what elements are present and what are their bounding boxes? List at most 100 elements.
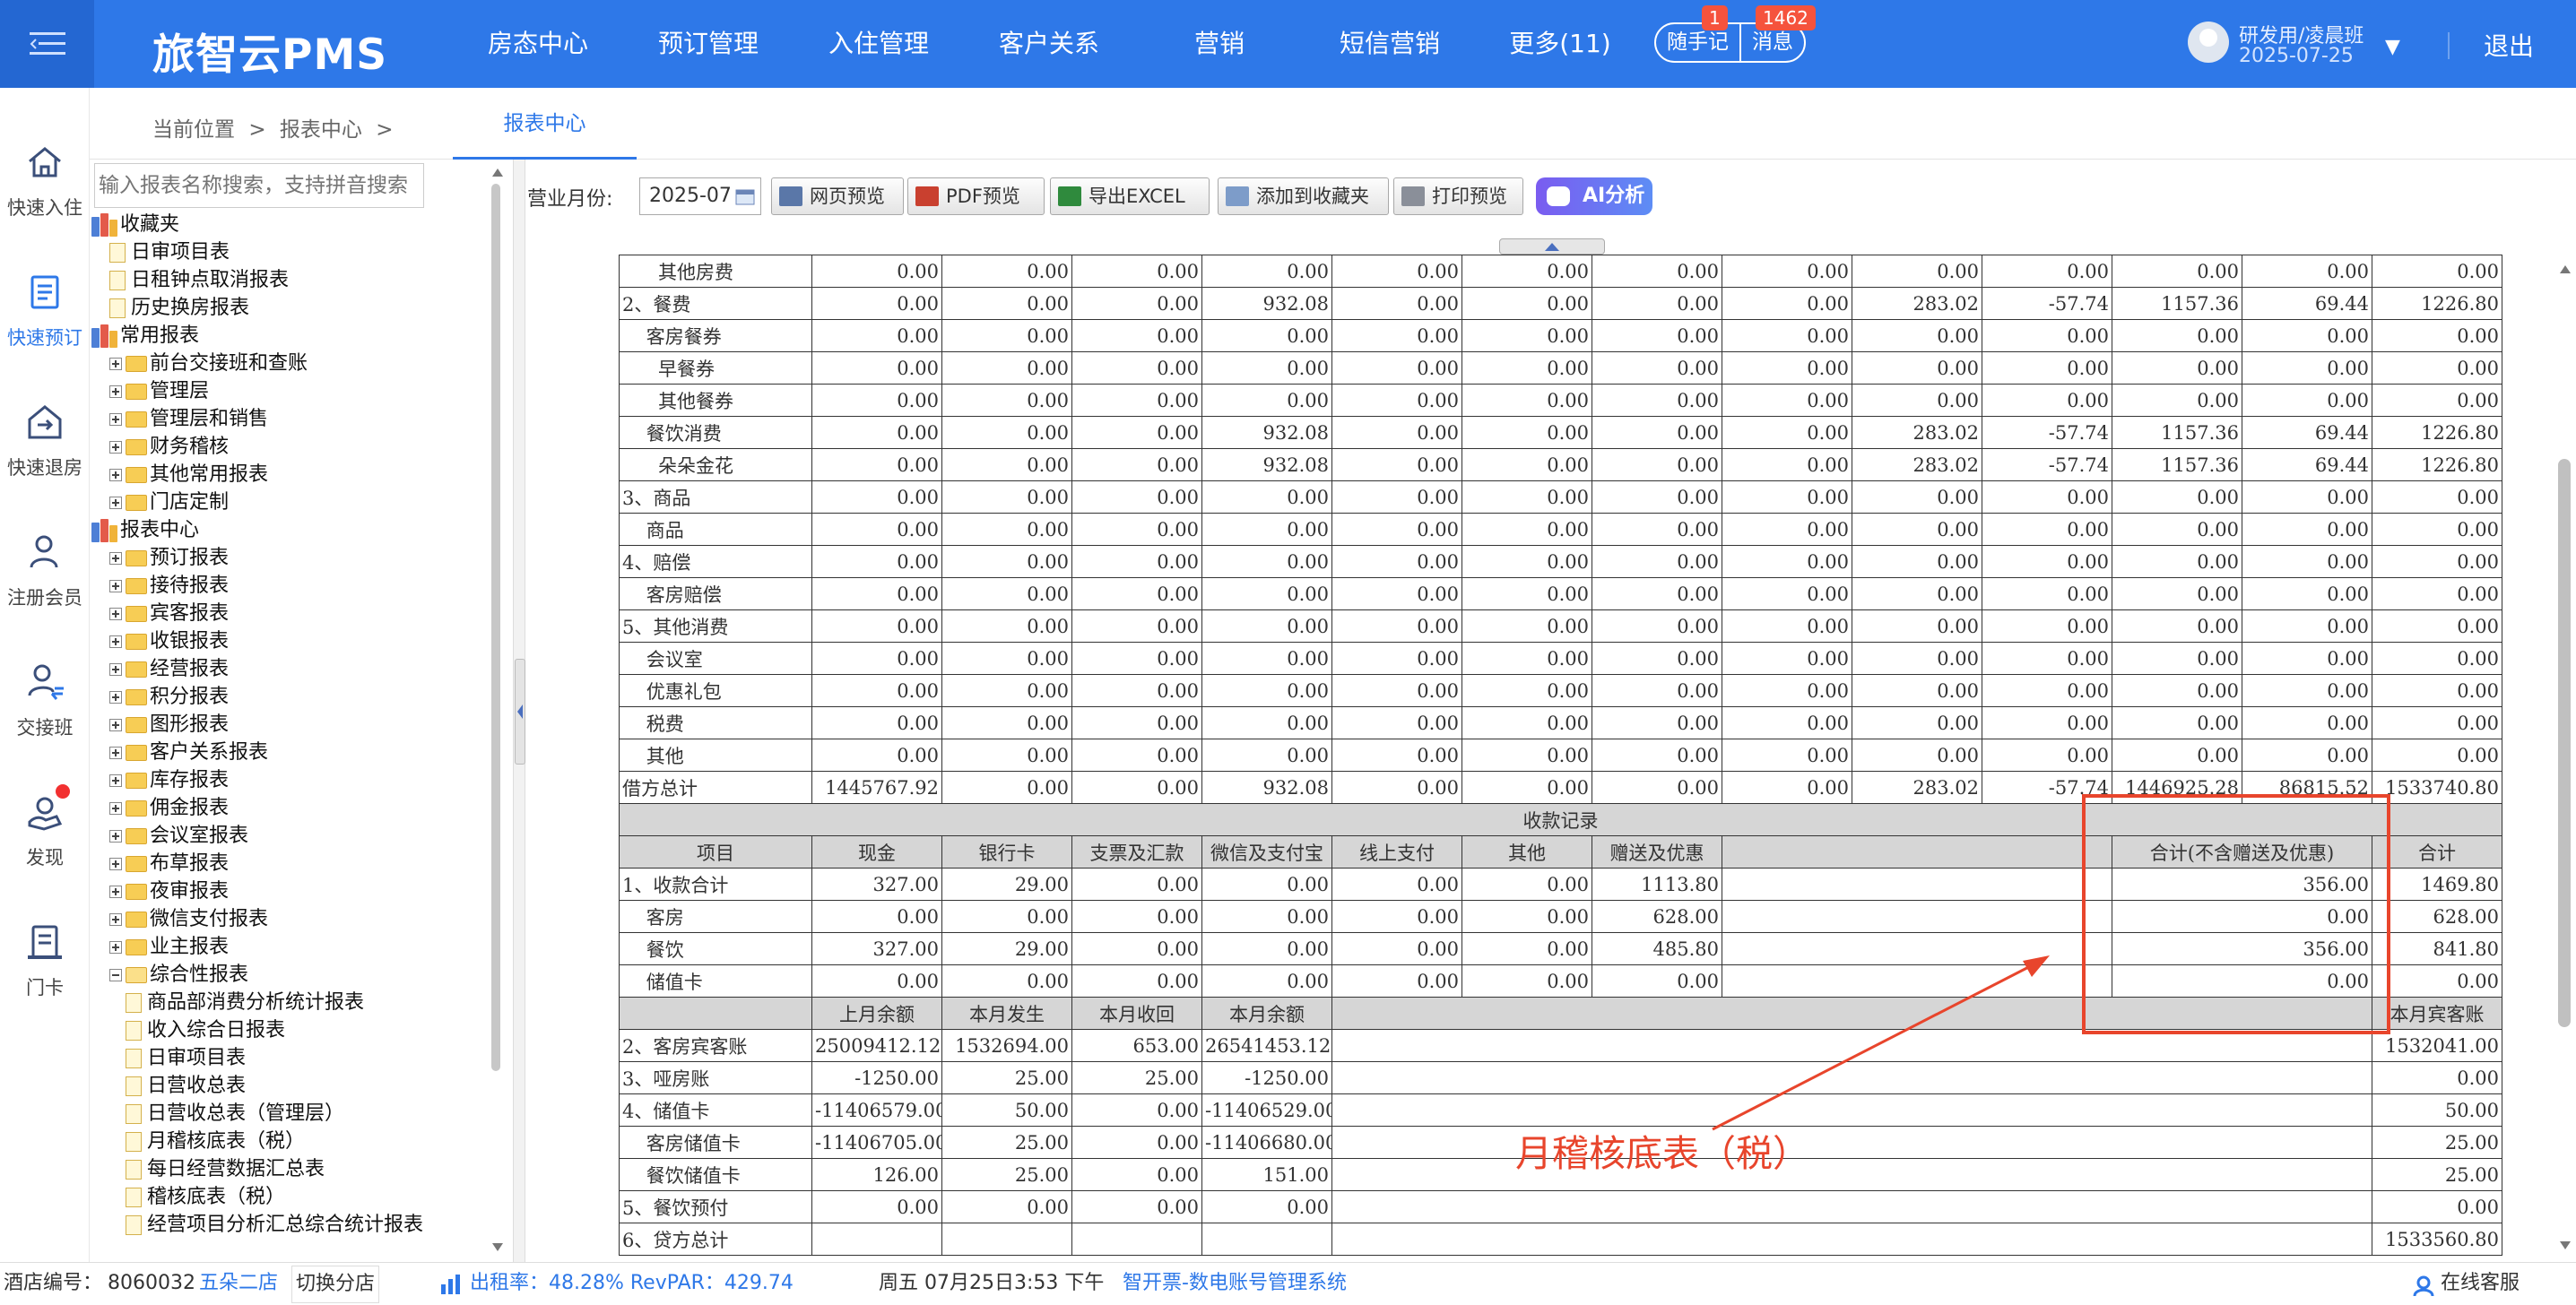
hotel-name-link[interactable]: 五朵二店 (199, 1263, 278, 1304)
scroll-up-icon[interactable] (2559, 264, 2572, 274)
tree-node[interactable]: 日营收总表 (126, 1073, 246, 1100)
tree-node[interactable]: 微信支付报表 (109, 906, 268, 933)
calendar-icon[interactable] (735, 187, 755, 205)
expand-icon[interactable] (109, 358, 122, 370)
expand-icon[interactable] (109, 719, 122, 731)
tree-node[interactable]: 宾客报表 (109, 601, 229, 627)
nav-item-4[interactable]: 营销 (1134, 0, 1305, 88)
tree-node[interactable]: 综合性报表 (109, 962, 248, 989)
tree-node[interactable]: 其他常用报表 (109, 462, 268, 488)
tree-node[interactable]: 布草报表 (109, 851, 229, 877)
print-preview-button[interactable]: 打印预览 (1393, 177, 1523, 215)
tree-node[interactable]: 收藏夹 (91, 212, 179, 238)
quick-note-button[interactable]: 随手记 (1656, 24, 1739, 61)
quick-booking-button[interactable]: 快速预订 (0, 263, 90, 370)
expand-icon[interactable] (109, 886, 122, 898)
tree-node[interactable]: 日审项目表 (126, 1045, 246, 1072)
tree-node[interactable]: 月稽核底表（税） (126, 1128, 305, 1155)
tree-node[interactable]: 历史换房报表 (109, 295, 249, 322)
menu-toggle-button[interactable] (0, 0, 94, 88)
add-favorite-button[interactable]: 添加到收藏夹 (1218, 177, 1389, 215)
nav-item-3[interactable]: 客户关系 (964, 0, 1134, 88)
nav-item-6[interactable]: 更多(11) (1475, 0, 1645, 88)
web-preview-button[interactable]: 网页预览 (771, 177, 904, 215)
tree-node[interactable]: 日租钟点取消报表 (109, 267, 289, 294)
export-excel-button[interactable]: 导出EXCEL (1050, 177, 1210, 215)
tree-node[interactable]: 门店定制 (109, 489, 229, 516)
invoice-system-link[interactable]: 智开票-数电账号管理系统 (1123, 1263, 1347, 1304)
tab-report-center[interactable]: 报表中心 (453, 88, 637, 160)
ai-analysis-button[interactable]: AI分析 (1536, 177, 1652, 215)
tree-node[interactable]: 会议室报表 (109, 823, 248, 850)
collapse-icon[interactable] (109, 969, 122, 981)
report-scrollbar[interactable] (2558, 459, 2571, 1027)
room-card-button[interactable]: 门卡 (0, 912, 90, 1020)
nav-item-2[interactable]: 入住管理 (794, 0, 964, 88)
register-member-button[interactable]: 注册会员 (0, 523, 90, 630)
expand-icon[interactable] (109, 497, 122, 509)
tree-node[interactable]: 前台交接班和查账 (109, 350, 308, 377)
tree-scrollbar[interactable] (491, 184, 500, 1071)
tree-node[interactable]: 库存报表 (109, 767, 229, 794)
report-search-input[interactable] (94, 163, 424, 208)
tree-node[interactable]: 接待报表 (109, 573, 229, 600)
quick-checkin-button[interactable]: 快速入住 (0, 133, 90, 240)
tree-node[interactable]: 业主报表 (109, 934, 229, 961)
scroll-down-icon[interactable] (2559, 1240, 2572, 1251)
online-service-button[interactable]: 在线客服 (2441, 1263, 2520, 1304)
expand-icon[interactable] (109, 469, 122, 481)
expand-icon[interactable] (109, 413, 122, 426)
expand-icon[interactable] (109, 385, 122, 398)
pdf-preview-button[interactable]: PDF预览 (907, 177, 1045, 215)
tree-node[interactable]: 管理层和销售 (109, 406, 268, 433)
tree-node[interactable]: 图形报表 (109, 712, 229, 739)
expand-icon[interactable] (109, 802, 122, 815)
expand-icon[interactable] (109, 941, 122, 954)
tree-node[interactable]: 每日经营数据汇总表 (126, 1156, 325, 1183)
tree-node[interactable]: 经营项目分析汇总综合统计报表 (126, 1212, 423, 1239)
collapse-toolbar-handle[interactable] (1499, 238, 1605, 255)
tree-node[interactable]: 积分报表 (109, 684, 229, 711)
tree-node[interactable]: 预订报表 (109, 545, 229, 572)
tree-node[interactable]: 日营收总表（管理层） (126, 1101, 344, 1128)
nav-item-5[interactable]: 短信营销 (1305, 0, 1475, 88)
tree-node[interactable]: 管理层 (109, 378, 209, 405)
expand-icon[interactable] (109, 858, 122, 870)
nav-item-1[interactable]: 预订管理 (623, 0, 794, 88)
tree-node[interactable]: 经营报表 (109, 656, 229, 683)
expand-icon[interactable] (109, 830, 122, 843)
expand-icon[interactable] (109, 774, 122, 787)
logout-button[interactable]: 退出 (2484, 27, 2534, 63)
expand-icon[interactable] (109, 913, 122, 926)
shift-handover-button[interactable]: 交接班 (0, 652, 90, 760)
expand-icon[interactable] (109, 747, 122, 759)
expand-icon[interactable] (109, 635, 122, 648)
collapse-panel-handle[interactable] (515, 659, 525, 765)
tree-node[interactable]: 商品部消费分析统计报表 (126, 990, 364, 1016)
tree-node[interactable]: 夜审报表 (109, 878, 229, 905)
expand-icon[interactable] (109, 691, 122, 704)
nav-item-0[interactable]: 房态中心 (453, 0, 623, 88)
tree-node[interactable]: 稽核底表（税） (126, 1184, 285, 1211)
tree-node[interactable]: 报表中心 (91, 517, 199, 544)
tree-node[interactable]: 佣金报表 (109, 795, 229, 822)
scroll-up-icon[interactable] (491, 167, 504, 177)
tree-node[interactable]: 收入综合日报表 (126, 1017, 285, 1044)
expand-icon[interactable] (109, 552, 122, 565)
switch-branch-button[interactable]: 切换分店 (291, 1266, 380, 1303)
tree-node[interactable]: 财务稽核 (109, 434, 229, 461)
expand-icon[interactable] (109, 580, 122, 592)
tree-node[interactable]: 客户关系报表 (109, 739, 268, 766)
user-menu[interactable]: 研发用/凌晨班 2025-07-25 (2188, 20, 2412, 70)
tree-node[interactable]: 常用报表 (91, 323, 199, 350)
tree-node[interactable]: 日审项目表 (109, 239, 230, 266)
quick-checkout-button[interactable]: 快速退房 (0, 393, 90, 500)
expand-icon[interactable] (109, 441, 122, 454)
expand-icon[interactable] (109, 608, 122, 620)
caret-down-icon[interactable]: ▼ (2385, 36, 2400, 58)
month-picker[interactable]: 2025-07 (639, 177, 761, 215)
expand-icon[interactable] (109, 663, 122, 676)
discover-button[interactable]: 发现 (0, 782, 90, 890)
breadcrumb-item[interactable]: 报表中心 (280, 118, 362, 142)
tree-node[interactable]: 收银报表 (109, 628, 229, 655)
